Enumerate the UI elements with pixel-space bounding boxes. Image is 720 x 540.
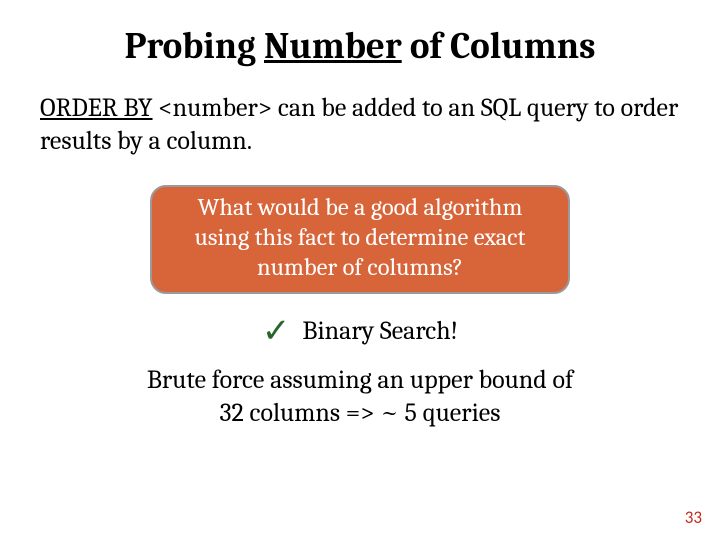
answer-text: Binary Search! (302, 316, 458, 346)
keyword-order-by: ORDER BY (40, 93, 153, 123)
slide-title: Probing Number of Columns (40, 26, 680, 68)
answer-row: ✓ Binary Search! (40, 314, 680, 348)
slide: Probing Number of Columns ORDER BY <numb… (0, 0, 720, 540)
page-number: 33 (685, 507, 702, 528)
title-part1: Probing (125, 26, 265, 68)
check-icon: ✓ (262, 314, 291, 348)
title-underlined: Number (264, 26, 402, 68)
note-text: Brute force assuming an upper bound of 3… (140, 364, 580, 431)
description: ORDER BY <number> can be added to an SQL… (40, 92, 680, 159)
callout-box: What would be a good algorithm using thi… (150, 185, 570, 294)
title-part2: of Columns (402, 26, 596, 68)
callout-container: What would be a good algorithm using thi… (40, 185, 680, 294)
